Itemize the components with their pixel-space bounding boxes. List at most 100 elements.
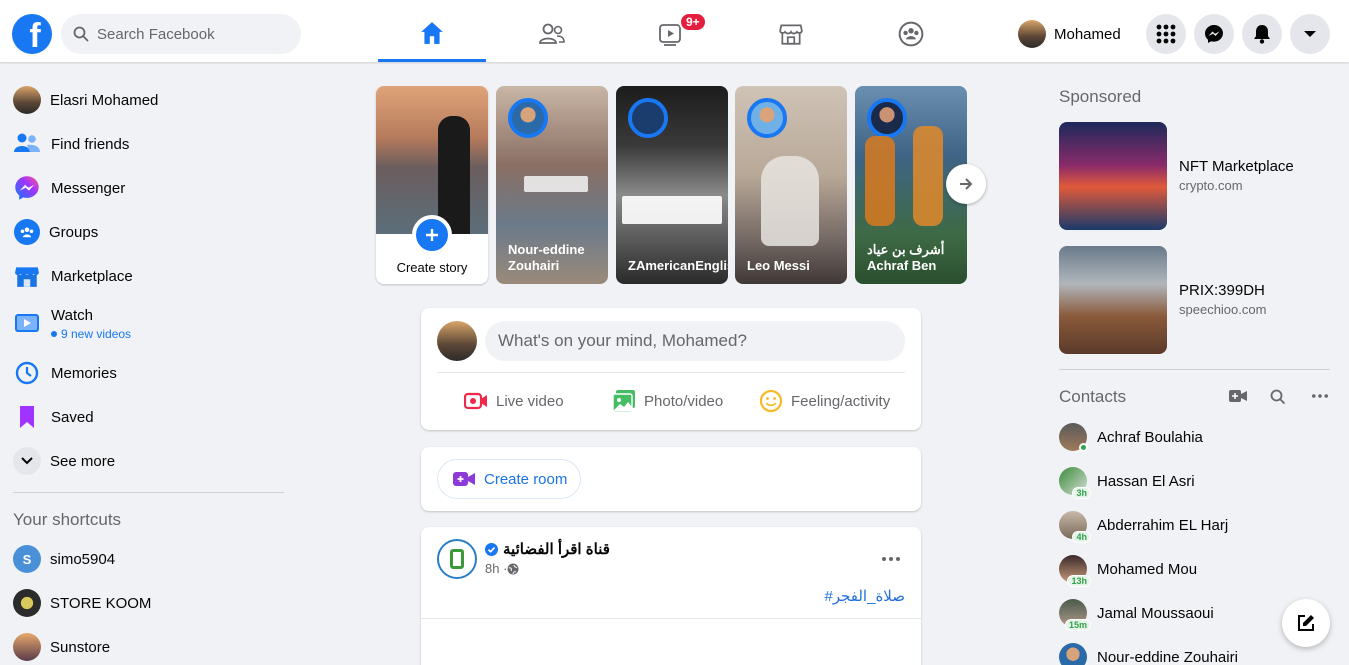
contact-item[interactable]: 4h Abderrahim EL Harj xyxy=(1059,503,1334,547)
search-input[interactable] xyxy=(97,25,277,43)
notifications-button[interactable] xyxy=(1242,14,1282,54)
facebook-logo[interactable]: f xyxy=(12,14,52,54)
page-avatar[interactable] xyxy=(437,539,477,579)
story-avatar xyxy=(747,98,787,138)
search-box[interactable] xyxy=(61,14,301,54)
feeling-activity-label: Feeling/activity xyxy=(791,392,891,410)
sidebar-item-profile[interactable]: Elasri Mohamed xyxy=(8,78,293,122)
post-options-button[interactable] xyxy=(873,541,909,577)
contact-avatar: 3h xyxy=(1059,467,1091,499)
sidebar-item-label: Messenger xyxy=(51,179,126,197)
shortcut-simo5904[interactable]: S simo5904 xyxy=(8,537,293,581)
tab-home[interactable] xyxy=(378,6,486,62)
contact-name: Jamal Moussaoui xyxy=(1097,604,1214,622)
sidebar-item-memories[interactable]: Memories xyxy=(8,351,293,395)
tab-groups[interactable] xyxy=(857,6,965,62)
post-time[interactable]: 8h · xyxy=(485,561,507,576)
tab-marketplace[interactable] xyxy=(737,6,845,62)
contact-name: Achraf Boulahia xyxy=(1097,428,1203,446)
story-name: ZAmericanEnglish xyxy=(628,258,728,273)
last-active-badge: 4h xyxy=(1072,531,1091,543)
contact-item[interactable]: 13h Mohamed Mou xyxy=(1059,547,1334,591)
search-icon xyxy=(73,26,89,42)
sidebar-item-find-friends[interactable]: Find friends xyxy=(8,122,293,166)
video-call-icon[interactable] xyxy=(1229,389,1247,403)
contacts-title: Contacts xyxy=(1059,387,1127,406)
last-active-badge: 3h xyxy=(1072,487,1091,499)
create-room-button[interactable]: Create room xyxy=(437,459,581,499)
last-active-badge: 15m xyxy=(1064,619,1091,631)
ad-title: NFT Marketplace xyxy=(1179,158,1294,175)
story-name: Leo Messi xyxy=(747,258,810,273)
post-page-name[interactable]: قناة اقرأ الفضائية xyxy=(503,540,610,558)
story-card[interactable]: ZAmericanEnglish xyxy=(616,86,728,284)
story-overlay-card xyxy=(524,176,588,192)
photo-icon xyxy=(612,390,635,413)
story-card[interactable]: Nour-eddine Zouhairi xyxy=(496,86,608,284)
messenger-button[interactable] xyxy=(1194,14,1234,54)
profile-chip[interactable]: Mohamed xyxy=(1018,16,1121,52)
sponsored-ad[interactable]: PRIX:399DH speechioo.com xyxy=(1059,246,1334,354)
arrow-right-icon xyxy=(960,178,973,190)
contact-name: Nour-eddine Zouhairi xyxy=(1097,648,1238,665)
contact-name: Abderrahim EL Harj xyxy=(1097,516,1229,534)
contact-name: Hassan El Asri xyxy=(1097,472,1195,490)
sidebar-item-saved[interactable]: Saved xyxy=(8,395,293,439)
new-dot xyxy=(51,331,57,337)
sponsored-ad[interactable]: NFT Marketplace crypto.com xyxy=(1059,122,1334,230)
feeling-activity-button[interactable]: Feeling/activity xyxy=(759,384,890,418)
menu-button[interactable] xyxy=(1146,14,1186,54)
shortcut-store-koom[interactable]: STORE KOOM xyxy=(8,581,293,625)
groups-icon xyxy=(14,219,40,245)
create-story-card[interactable]: Create story xyxy=(376,86,488,284)
online-indicator xyxy=(1079,443,1088,452)
scrollbar[interactable] xyxy=(1344,62,1349,665)
tab-friends[interactable] xyxy=(498,6,606,62)
sidebar-item-marketplace[interactable]: Marketplace xyxy=(8,254,293,298)
sidebar-item-label: Groups xyxy=(49,223,99,241)
sidebar-item-watch[interactable]: Watch 9 new videos xyxy=(8,298,293,350)
post-author-row: قناة اقرأ الفضائية xyxy=(485,540,610,558)
post-hashtag[interactable]: #صلاة_الفجر xyxy=(824,587,905,605)
composer-divider xyxy=(437,372,905,373)
photo-video-label: Photo/video xyxy=(644,392,724,410)
sidebar-item-label: See more xyxy=(50,452,116,470)
ad-title: PRIX:399DH xyxy=(1179,282,1265,299)
photo-video-button[interactable]: Photo/video xyxy=(612,384,723,418)
avatar xyxy=(1018,20,1046,48)
watch-notification-badge: 9+ xyxy=(679,12,707,32)
chevron-down-icon xyxy=(13,447,41,475)
ad-image xyxy=(1059,246,1167,354)
create-story-plus-button[interactable] xyxy=(412,215,452,255)
tab-watch[interactable]: 9+ xyxy=(617,6,725,62)
contact-item[interactable]: Achraf Boulahia xyxy=(1059,415,1334,459)
more-horizontal-icon[interactable] xyxy=(1312,394,1328,398)
shortcut-sunstore[interactable]: Sunstore xyxy=(8,625,293,665)
new-message-button[interactable] xyxy=(1282,599,1330,647)
avatar xyxy=(437,321,477,361)
shortcut-label: STORE KOOM xyxy=(50,594,152,612)
sidebar-item-see-more[interactable]: See more xyxy=(8,439,293,483)
whats-on-your-mind-input[interactable]: What's on your mind, Mohamed? xyxy=(485,321,905,361)
right-divider xyxy=(1059,369,1330,370)
account-menu-button[interactable] xyxy=(1290,14,1330,54)
messenger-icon xyxy=(12,173,42,203)
stories-next-button[interactable] xyxy=(946,164,986,204)
story-card[interactable]: Leo Messi xyxy=(735,86,847,284)
story-name: Nour-eddine Zouhairi xyxy=(508,242,585,273)
live-video-button[interactable]: Live video xyxy=(464,384,564,418)
sidebar-divider xyxy=(13,492,284,493)
sidebar-item-label: Memories xyxy=(51,364,117,382)
sidebar-item-groups[interactable]: Groups xyxy=(8,210,293,254)
shortcut-avatar xyxy=(13,589,41,617)
contact-item[interactable]: 3h Hassan El Asri xyxy=(1059,459,1334,503)
globe-icon xyxy=(507,563,519,574)
contact-avatar xyxy=(1059,423,1088,452)
search-icon[interactable] xyxy=(1270,389,1286,405)
story-player-shape xyxy=(865,136,895,226)
sidebar-item-messenger[interactable]: Messenger xyxy=(8,166,293,210)
watch-new-videos: 9 new videos xyxy=(51,327,131,341)
marketplace-icon xyxy=(779,24,803,45)
contact-avatar xyxy=(1059,643,1087,665)
post-meta: 8h · xyxy=(485,561,519,576)
